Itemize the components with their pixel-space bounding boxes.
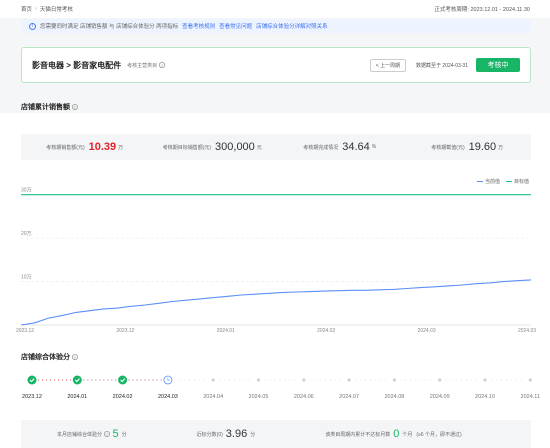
help-icon[interactable]: ? [72,354,78,360]
metric-sales: 考核期销售额(元) 10.39 万 [21,141,149,153]
x-tick-label: 2023.12 [16,328,34,334]
metric-cutoff: 考核期截值(元) 19.60 万 [404,141,532,153]
recent-score-unit: 分 [250,431,256,438]
metric-value: 10.39 [88,141,117,153]
current-score-unit: 分 [121,431,127,438]
top-bar: 首页 › 天猫日常考核 正式考核周期: 2023.12.01 - 2024.11… [0,0,550,18]
notice-text: 您需要同时满足 店铺销售额 与 店铺综合体验分 两项指标 [40,24,179,30]
current-score-value: 5 [112,428,119,440]
month-label[interactable]: 2023.12 [22,394,42,400]
status-button[interactable]: 考核中 [476,58,520,72]
future-dot [483,378,487,382]
help-icon[interactable]: ? [159,62,165,68]
category-panel: 影音电器 > 影音家电配件 考核主营类目? < 上一周期 数据截至于 2024-… [21,47,531,83]
breadcrumb-current: 天猫日常考核 [39,7,73,13]
month-label[interactable]: 2024.05 [249,394,269,400]
fail-months-unit: 个月 [402,431,413,438]
fail-months-note: (≥6 个月，即不通过) [416,431,462,438]
y-tick-label: 20万 [21,231,32,237]
month-label[interactable]: 2024.10 [475,394,495,400]
sales-chart: 30万 20万 10万 2023.12 2023.12 2024.01 2024.02 202… [16,188,536,334]
metric-label: 考核期完成情况 [303,144,339,151]
category-path: 影音电器 > 影音家电配件 [32,60,122,70]
month-label[interactable]: 2024.06 [294,394,314,400]
legend-swatch-current [476,180,483,183]
recent-score: 近标分数(0) 3.96 分 [197,428,256,440]
x-tick-label: 2024.03 [518,328,536,334]
fail-months-label: 该类目周期内累计不达标月数 [325,431,391,438]
future-dot [256,378,261,382]
metric-unit: 万 [498,144,504,151]
metric-unit: 元 [256,144,262,151]
check-icon [118,375,128,385]
month-label[interactable]: 2024.04 [203,394,223,400]
month-label[interactable]: 2024.01 [67,394,87,400]
fail-months: 该类目周期内累计不达标月数 0 个月 (≥6 个月，即不通过) [325,428,461,440]
data-deadline: 数据截至于 2024-03-31 [416,62,468,69]
metric-label: 考核期目标销售额(元) [162,144,212,151]
legend-swatch-target [505,180,512,183]
month-label[interactable]: 2024.08 [384,394,404,400]
metric-value: 34.64 [342,141,370,153]
link-rules[interactable]: 查看考核规则 [182,22,215,30]
future-dot [528,378,532,382]
recent-score-value: 3.96 [225,428,248,440]
metrics-bar: 考核期销售额(元) 10.39 万 考核期目标销售额(元) 300,000 元 … [21,134,531,160]
month-label[interactable]: 2024.03 [158,394,178,400]
y-tick-label: 10万 [21,275,32,281]
series-line-current [20,279,532,326]
link-faq[interactable]: 查看常见问题 [219,22,252,30]
metric-completion: 考核期完成情况 34.64 % [276,141,404,153]
x-tick-label: 2023.12 [116,328,134,334]
metric-unit: % [371,144,377,150]
month-label[interactable]: 2024.09 [430,394,450,400]
link-score-mapping[interactable]: 店铺综合体验分详解对照关系 [256,22,328,30]
current-score-label: 本月店铺综合体验分 [57,431,103,438]
fail-months-value: 0 [393,428,400,440]
category-sub: 考核主营类目? [127,62,165,69]
future-dot [438,378,442,382]
check-icon [27,375,37,385]
future-dot [347,378,351,382]
legend-current[interactable]: 当前值 [485,178,500,185]
future-dot [211,378,215,382]
current-score: 本月店铺综合体验分 ? 5 分 [57,428,127,440]
sales-title-text: 店铺累计销售额 [21,104,70,111]
future-dot [392,378,396,382]
x-tick-label: 2024.01 [217,328,235,334]
score-timeline: 2023.12 2024.01 2024.02 2024.03 2024.04 2024.… [22,375,540,400]
metric-label: 考核期截值(元) [431,144,465,151]
info-icon: i [29,22,36,30]
legend-target[interactable]: 目标值 [514,178,529,185]
month-label[interactable]: 2024.11 [521,394,540,400]
help-icon[interactable]: ? [72,104,78,110]
metric-value: 19.60 [468,141,497,153]
assessment-period: 正式考核周期: 2023.12.01 - 2024.11.30 [434,7,530,13]
prev-period-label: 上一周期 [380,62,401,69]
month-label[interactable]: 2024.07 [339,394,359,400]
sales-section-title: 店铺累计销售额? [21,102,78,112]
recent-score-label: 近标分数(0) [196,431,223,438]
notice-bar: i 您需要同时满足 店铺销售额 与 店铺综合体验分 两项指标 查看考核规则 查看… [21,19,531,33]
y-tick-label: 30万 [21,188,32,194]
metric-target: 考核期目标销售额(元) 300,000 元 [149,141,277,153]
breadcrumb-home[interactable]: 首页 [21,5,32,13]
metric-value: 300,000 [215,141,255,153]
x-tick-label: 2024.02 [317,328,335,334]
breadcrumb-separator: › [35,6,37,12]
help-icon[interactable]: ? [104,431,110,437]
score-title-text: 店铺综合体验分 [21,354,70,361]
metric-unit: 万 [118,144,124,151]
score-summary-bar: 本月店铺综合体验分 ? 5 分 近标分数(0) 3.96 分 该类目周期内累计不… [21,420,531,448]
metric-label: 考核期销售额(元) [46,144,85,151]
chart-legend: 当前值 目标值 [471,178,529,185]
category-sub-label: 考核主营类目 [127,62,158,69]
month-label[interactable]: 2024.02 [113,394,133,400]
future-dot [302,378,306,382]
x-tick-label: 2024.03 [418,328,436,334]
score-section-title: 店铺综合体验分? [21,352,78,362]
prev-period-button[interactable]: < 上一周期 [369,58,407,72]
check-icon [72,375,82,385]
